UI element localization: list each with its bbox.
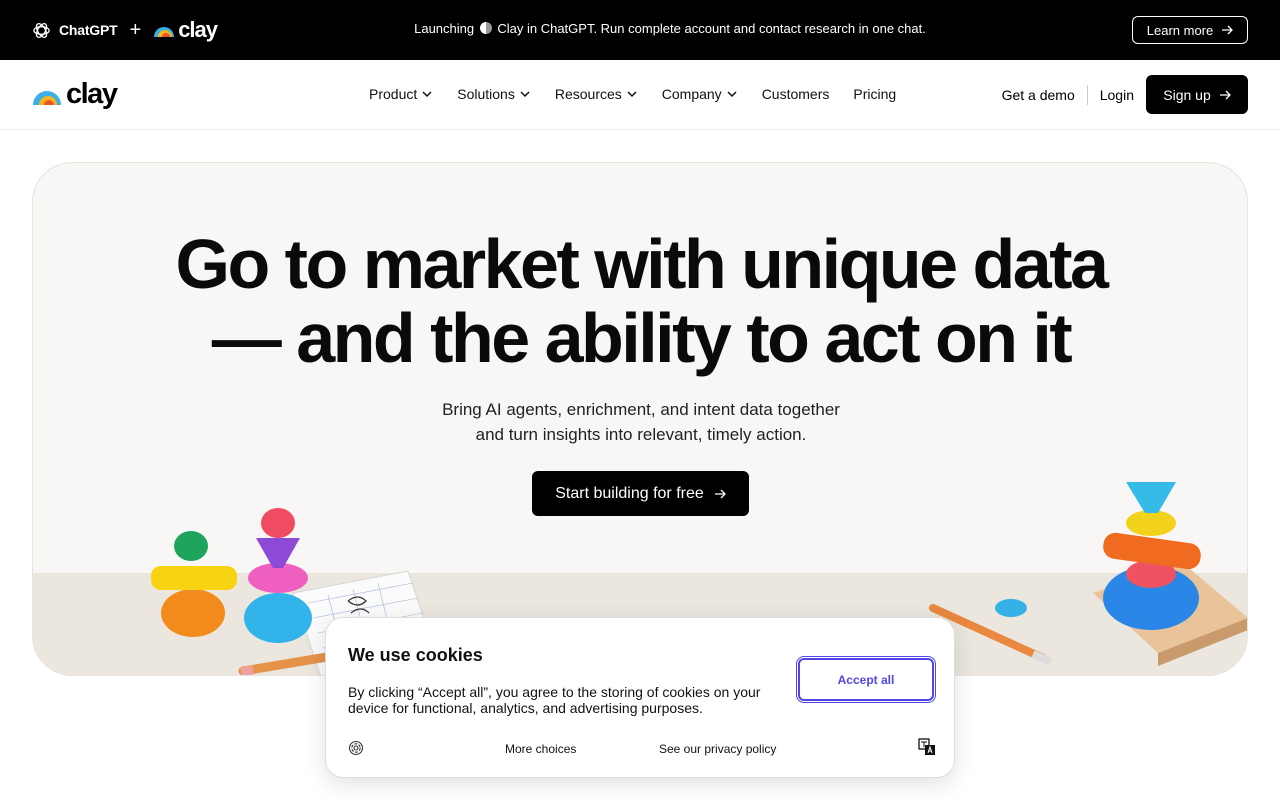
nav-item-label: Company <box>661 86 722 102</box>
clay-sculptures-right-illustration <box>929 482 1247 666</box>
banner-message: Launching Clay in ChatGPT. Run complete … <box>0 21 1280 36</box>
privacy-policy-link[interactable]: See our privacy policy <box>659 742 776 756</box>
login-link[interactable]: Login <box>1088 87 1146 103</box>
translate-icon[interactable] <box>918 738 936 756</box>
cookie-message: By clicking “Accept all”, you agree to t… <box>348 684 761 716</box>
hero-subtitle-line1: Bring AI agents, enrichment, and intent … <box>442 400 840 419</box>
nav-item-label: Resources <box>554 86 622 102</box>
clay-badge-icon <box>479 22 492 34</box>
cookie-footer: More choices See our privacy policy <box>348 738 936 758</box>
clay-logo-icon <box>33 90 61 105</box>
accept-all-button[interactable]: Accept all <box>796 656 936 703</box>
start-building-label: Start building for free <box>555 484 704 502</box>
more-choices-link[interactable]: More choices <box>505 742 576 756</box>
hero-subtitle: Bring AI agents, enrichment, and intent … <box>33 397 1247 447</box>
nav-actions: Get a demo Login Sign up <box>1002 75 1248 114</box>
nav-item-label: Product <box>369 86 418 102</box>
nav-item-product[interactable]: Product <box>369 86 433 102</box>
hero-title-line1: Go to market with unique data <box>175 225 1109 303</box>
nav-item-resources[interactable]: Resources <box>555 86 638 102</box>
logo-text: clay <box>66 78 118 110</box>
nav-item-company[interactable]: Company <box>662 86 738 102</box>
cookie-title: We use cookies <box>348 645 483 665</box>
fingerprint-icon[interactable] <box>348 740 364 756</box>
chevron-down-icon <box>520 91 530 98</box>
sign-up-button[interactable]: Sign up <box>1146 75 1248 114</box>
banner-message-prefix: Launching <box>414 21 475 36</box>
nav-item-label: Customers <box>761 86 830 102</box>
cookie-consent-dialog: We use cookies By clicking “Accept all”,… <box>325 617 955 778</box>
nav-item-solutions[interactable]: Solutions <box>457 86 531 102</box>
learn-more-label: Learn more <box>1146 22 1214 38</box>
chevron-down-icon <box>422 91 432 98</box>
get-demo-link[interactable]: Get a demo <box>1002 84 1088 105</box>
hero-section: Go to market with unique data — and the … <box>32 162 1248 676</box>
clay-logo[interactable]: clay <box>32 78 118 111</box>
nav-links: Product Solutions Resources Company Cust… <box>369 86 920 102</box>
start-building-button[interactable]: Start building for free <box>532 471 749 516</box>
arrow-right-icon <box>1222 25 1234 35</box>
announcement-banner: ChatGPT + clay Launching Clay in ChatGPT… <box>0 0 1280 60</box>
chevron-down-icon <box>727 91 737 98</box>
nav-item-label: Pricing <box>853 86 897 102</box>
learn-more-button[interactable]: Learn more <box>1132 16 1248 44</box>
hero-subtitle-line2: and turn insights into relevant, timely … <box>475 425 807 444</box>
banner-message-suffix: Clay in ChatGPT. Run complete account an… <box>497 21 926 36</box>
nav-item-label: Solutions <box>457 86 515 102</box>
main-nav: clay Product Solutions Resources Company… <box>0 60 1280 130</box>
arrow-right-icon <box>1219 90 1231 99</box>
arrow-right-icon <box>714 489 726 498</box>
hero-title: Go to market with unique data — and the … <box>33 225 1247 377</box>
hero-title-line2: — and the ability to act on it <box>211 299 1073 377</box>
nav-item-customers[interactable]: Customers <box>762 86 830 102</box>
chevron-down-icon <box>627 91 637 98</box>
sign-up-label: Sign up <box>1163 86 1211 103</box>
nav-item-pricing[interactable]: Pricing <box>853 86 896 102</box>
